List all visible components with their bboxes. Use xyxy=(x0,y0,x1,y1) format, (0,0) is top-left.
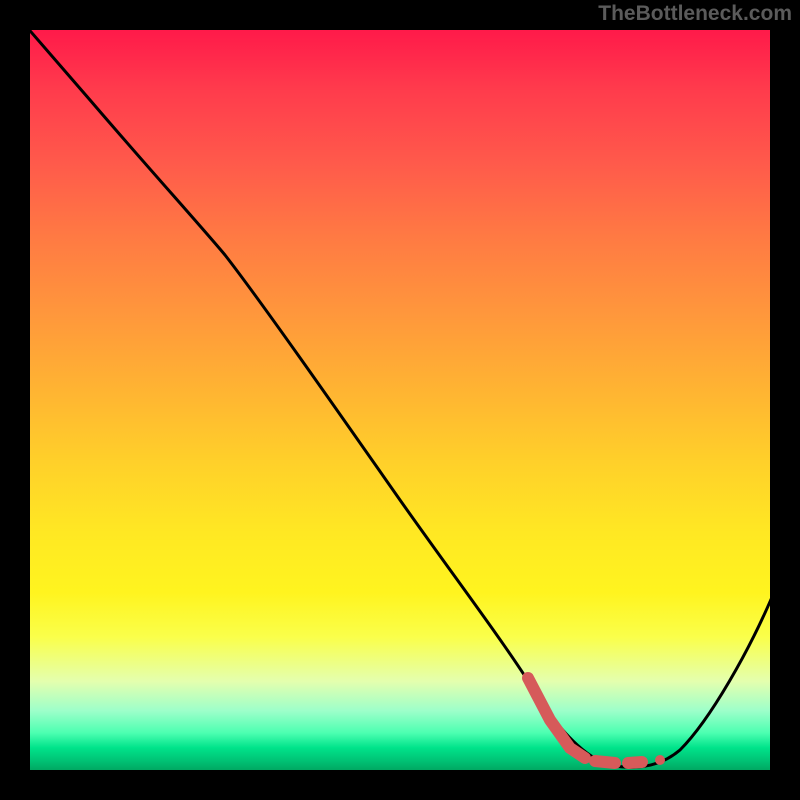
plot-area xyxy=(30,30,770,770)
chart-svg xyxy=(30,30,770,770)
watermark-text: TheBottleneck.com xyxy=(598,2,792,26)
bottleneck-curve-path xyxy=(30,30,770,767)
highlight-segment-group xyxy=(528,678,665,765)
